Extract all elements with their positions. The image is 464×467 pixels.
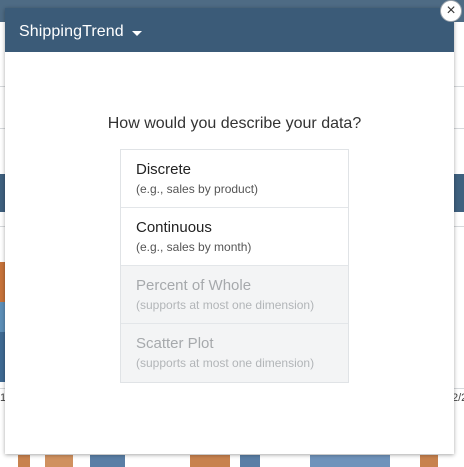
data-type-options: Discrete (e.g., sales by product) Contin… <box>120 149 349 383</box>
option-discrete[interactable]: Discrete (e.g., sales by product) <box>121 150 348 208</box>
close-button[interactable]: × <box>440 0 462 22</box>
chevron-down-icon[interactable] <box>132 31 142 36</box>
option-title: Continuous <box>136 219 212 236</box>
option-subtitle: (supports at most one dimension) <box>136 356 315 370</box>
background-bar <box>310 455 390 467</box>
option-subtitle: (e.g., sales by month) <box>136 240 252 254</box>
option-title: Discrete <box>136 161 192 178</box>
dialog-header: ShippingTrend <box>5 8 454 52</box>
option-scatter-plot: Scatter Plot (supports at most one dimen… <box>121 324 348 382</box>
close-icon: × <box>446 2 456 19</box>
option-title: Scatter Plot <box>136 335 214 352</box>
background-bar <box>45 455 73 467</box>
option-percent-of-whole: Percent of Whole (supports at most one d… <box>121 266 348 324</box>
option-continuous[interactable]: Continuous (e.g., sales by month) <box>121 208 348 266</box>
background-bar <box>190 455 230 467</box>
background-bar <box>18 455 30 467</box>
question-text: How would you describe your data? <box>107 115 362 132</box>
dialog-title-dropdown[interactable]: ShippingTrend <box>19 23 124 41</box>
background-bar <box>240 455 260 467</box>
option-title: Percent of Whole <box>136 277 252 294</box>
background-bar <box>90 455 125 467</box>
background-bar <box>420 455 438 467</box>
describe-data-dialog: ShippingTrend How would you describe you… <box>5 8 454 454</box>
option-subtitle: (e.g., sales by product) <box>136 182 259 196</box>
option-subtitle: (supports at most one dimension) <box>136 298 315 312</box>
